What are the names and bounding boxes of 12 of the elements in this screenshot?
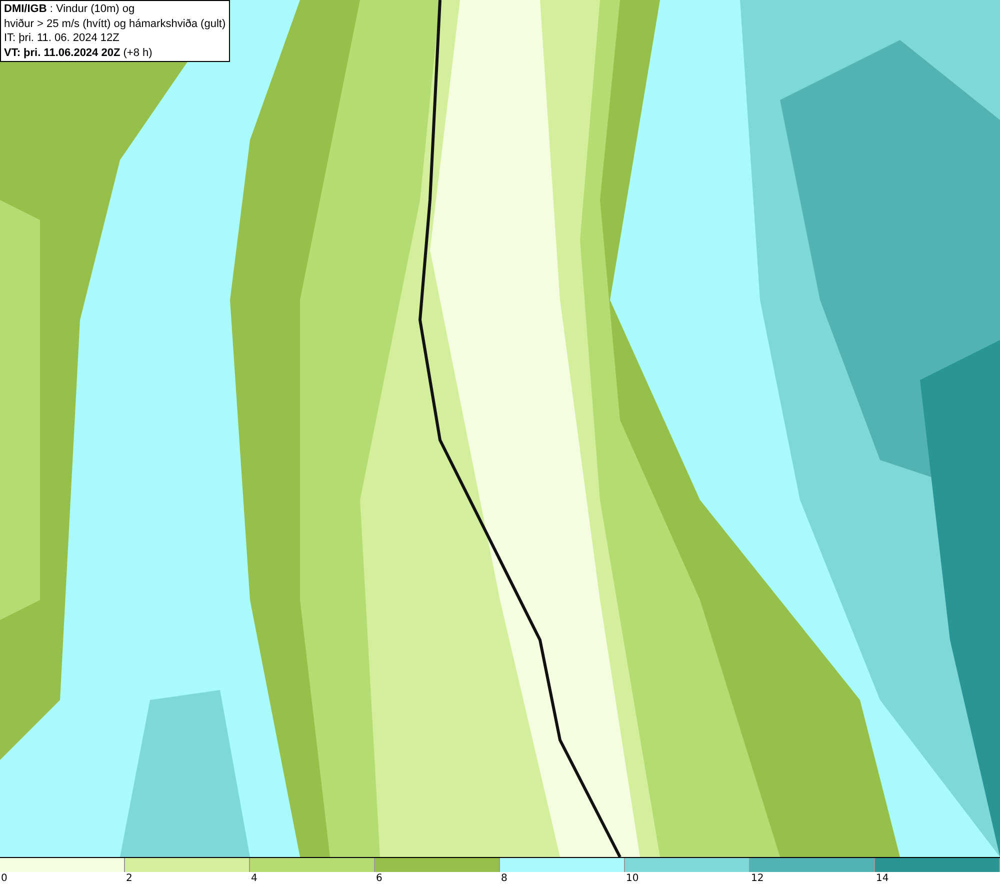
- info-text: hviður > 25 m/s (hvítt) og hámarkshviða (gult): [4, 16, 226, 31]
- info-text: IT: þri. 11. 06. 2024 12Z: [4, 31, 120, 46]
- legend-label: 6: [375, 872, 382, 886]
- info-text: VT: þri. 11.06.2024 20Z (+8 h): [4, 46, 154, 60]
- legend-label: 0: [0, 872, 8, 886]
- legend-label: 4: [250, 872, 258, 886]
- legend-label: 14: [875, 872, 889, 886]
- legend-label: 12: [750, 872, 764, 886]
- legend-label: 8: [500, 872, 508, 886]
- info-text: DMI/IGB : Vindur (10m) og: [4, 2, 136, 16]
- legend-label: 2: [125, 872, 132, 886]
- legend-label: 10: [625, 872, 639, 886]
